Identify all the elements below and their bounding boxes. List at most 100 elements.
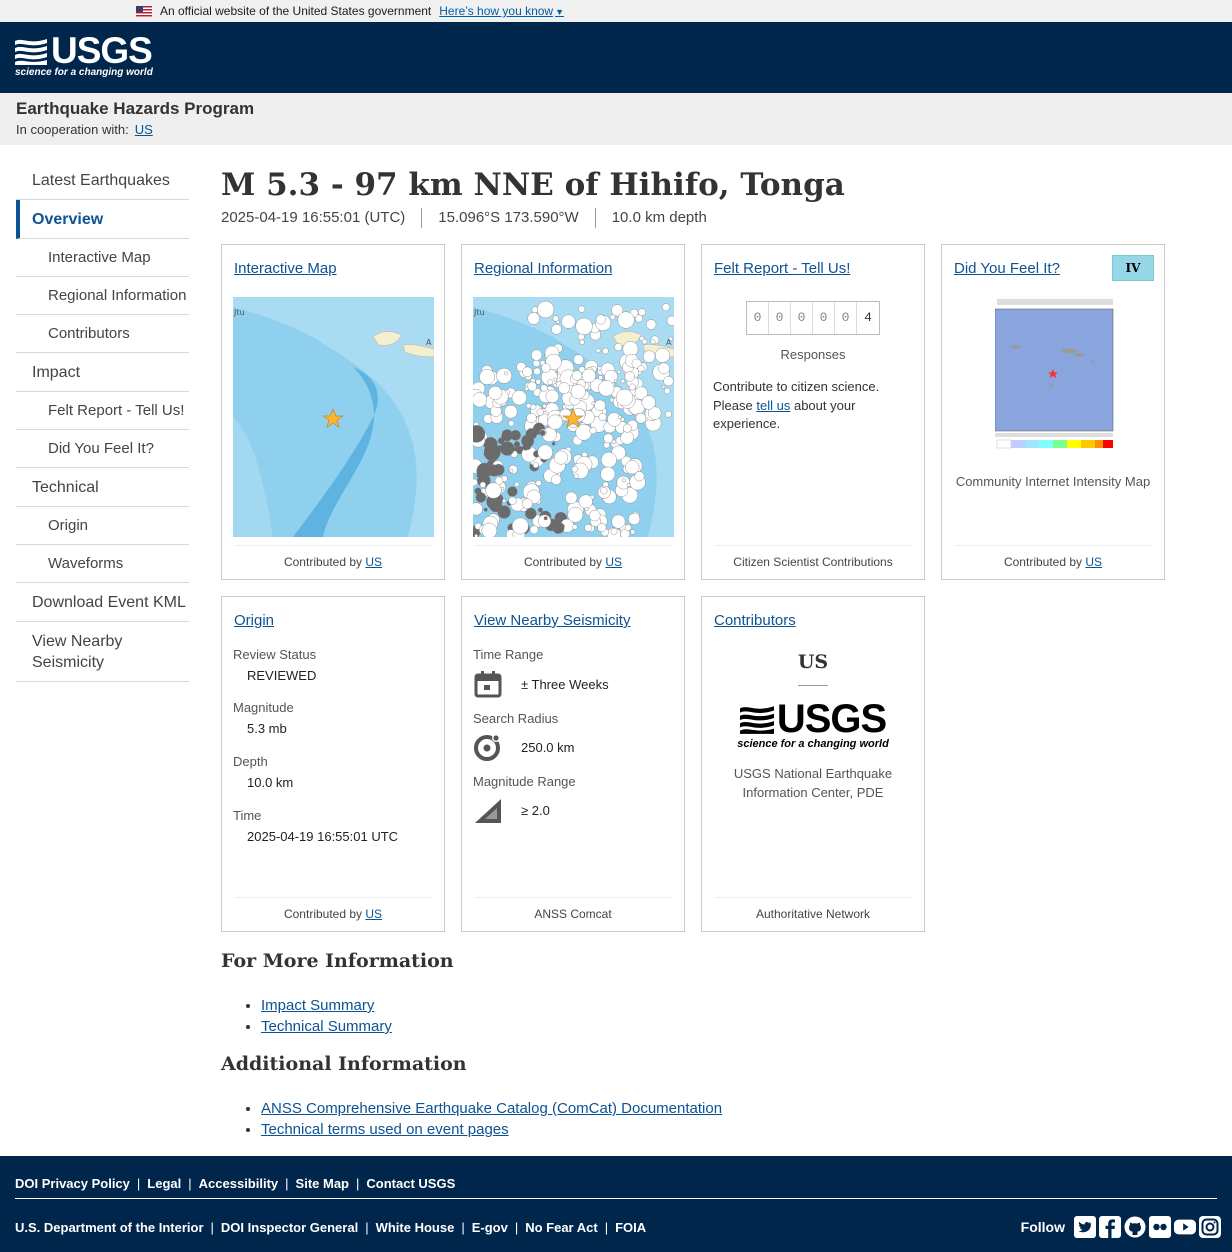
seismicity-dot: [641, 395, 656, 410]
seismicity-dot: [502, 498, 507, 503]
interactive-map-image[interactable]: Jtu A: [233, 297, 434, 537]
facebook-icon[interactable]: [1099, 1216, 1121, 1238]
usgs-logo[interactable]: USGS science for a changing world: [15, 32, 153, 79]
seismicity-dot: [551, 323, 562, 335]
view-nearby-seismicity-link[interactable]: View Nearby Seismicity: [474, 612, 630, 629]
footer-link-no-fear-act[interactable]: No Fear Act: [525, 1220, 597, 1235]
seismicity-dot: [622, 423, 632, 433]
seismicity-dot: [635, 412, 647, 424]
dyfi-contributor-link[interactable]: US: [1085, 555, 1102, 569]
sidebar-item-technical[interactable]: Technical: [16, 468, 189, 507]
seismicity-dot: [526, 412, 537, 424]
seismicity-dot: [543, 516, 548, 521]
youtube-icon[interactable]: [1174, 1216, 1196, 1238]
program-title[interactable]: Earthquake Hazards Program: [16, 99, 1216, 119]
time-range-value: ± Three Weeks: [521, 676, 609, 692]
twitter-icon[interactable]: [1074, 1216, 1096, 1238]
footer-link-foia[interactable]: FOIA: [615, 1220, 646, 1235]
seismicity-dot: [542, 403, 547, 409]
seismicity-dot: [598, 375, 604, 381]
contributor-usgs-logo: USGS science for a changing world: [702, 699, 924, 750]
footer-link-privacy[interactable]: DOI Privacy Policy: [15, 1176, 130, 1191]
sidebar-item-interactive-map[interactable]: Interactive Map: [16, 239, 189, 277]
footer-link-legal[interactable]: Legal: [147, 1176, 181, 1191]
technical-summary-link[interactable]: Technical Summary: [261, 1018, 392, 1035]
seismicity-dot: [634, 471, 645, 482]
interactive-map-link[interactable]: Interactive Map: [234, 260, 337, 277]
seismicity-dot: [551, 441, 556, 446]
github-icon[interactable]: [1124, 1216, 1146, 1238]
sidebar-item-regional-information[interactable]: Regional Information: [16, 277, 189, 315]
footer-link-site-map[interactable]: Site Map: [296, 1176, 349, 1191]
sidebar-item-felt-report[interactable]: Felt Report - Tell Us!: [16, 392, 189, 430]
magnitude-range-label: Magnitude Range: [473, 774, 576, 789]
sidebar-item-contributors[interactable]: Contributors: [16, 315, 189, 353]
felt-report-link[interactable]: Felt Report - Tell Us!: [714, 260, 850, 277]
main-content: M 5.3 - 97 km NNE of Hihifo, Tonga 2025-…: [221, 165, 1181, 932]
dyfi-footer: Contributed by US: [954, 545, 1152, 579]
origin-footer: Contributed by US: [234, 897, 432, 931]
comcat-documentation-link[interactable]: ANSS Comprehensive Earthquake Catalog (C…: [261, 1100, 722, 1117]
tell-us-link[interactable]: tell us: [756, 398, 790, 413]
footer-link-contact[interactable]: Contact USGS: [366, 1176, 455, 1191]
cooperation-us-link[interactable]: US: [135, 122, 153, 137]
sidebar-item-did-you-feel-it[interactable]: Did You Feel It?: [16, 430, 189, 468]
flickr-icon[interactable]: [1149, 1216, 1171, 1238]
sidebar-item-view-nearby-seismicity[interactable]: View Nearby Seismicity: [16, 622, 189, 682]
seismicity-dot: [620, 430, 634, 445]
search-radius-value: 250.0 km: [521, 739, 575, 755]
technical-terms-link[interactable]: Technical terms used on event pages: [261, 1121, 509, 1138]
seismicity-dot: [578, 494, 593, 509]
seismicity-dot: [514, 481, 520, 487]
sidebar-item-overview[interactable]: Overview: [16, 200, 189, 239]
heres-how-you-know-link[interactable]: Here’s how you know ▼: [439, 4, 564, 18]
seismicity-dot: [541, 363, 551, 373]
seismicity-dot: [571, 370, 583, 381]
seismicity-dot: [508, 496, 517, 505]
card-did-you-feel-it: Did You Feel It? IV Community Internet I…: [941, 244, 1165, 580]
sidebar-item-impact[interactable]: Impact: [16, 353, 189, 392]
origin-contributor-link[interactable]: US: [365, 907, 382, 921]
regional-contributor-link[interactable]: US: [605, 555, 622, 569]
seismicity-dot: [496, 367, 513, 384]
seismicity-dot: [588, 509, 601, 522]
event-time: 2025-04-19 16:55:01 (UTC): [221, 209, 406, 226]
regional-information-link[interactable]: Regional Information: [474, 260, 612, 277]
seismicity-dot: [584, 524, 592, 532]
seismicity-dot: [611, 514, 626, 529]
footer-link-white-house[interactable]: White House: [376, 1220, 455, 1235]
time-label: Time: [233, 808, 262, 823]
seismicity-dot: [483, 444, 501, 462]
sidebar-item-latest-earthquakes[interactable]: Latest Earthquakes: [16, 161, 189, 200]
sidebar-item-origin[interactable]: Origin: [16, 507, 189, 545]
magnitude-value: 5.3 mb: [247, 721, 287, 736]
footer-link-egov[interactable]: E-gov: [472, 1220, 508, 1235]
footer-link-inspector-general[interactable]: DOI Inspector General: [221, 1220, 358, 1235]
seismicity-dot: [545, 389, 560, 404]
impact-summary-link[interactable]: Impact Summary: [261, 997, 374, 1014]
regional-map-image[interactable]: Jtu A: [473, 297, 674, 537]
event-summary-line: 2025-04-19 16:55:01 (UTC) 15.096°S 173.5…: [221, 207, 1181, 229]
seismicity-dot: [621, 478, 626, 483]
event-depth: 10.0 km depth: [594, 208, 723, 228]
instagram-icon[interactable]: [1199, 1216, 1221, 1238]
interactive-map-contributor-link[interactable]: US: [365, 555, 382, 569]
dyfi-intensity-map[interactable]: [994, 297, 1115, 457]
seismicity-dot: [642, 350, 656, 363]
seismicity-dot: [600, 451, 617, 468]
origin-link[interactable]: Origin: [234, 612, 274, 629]
sidebar-item-waveforms[interactable]: Waveforms: [16, 545, 189, 583]
contributors-link[interactable]: Contributors: [714, 612, 796, 629]
seismicity-dot: [525, 507, 537, 520]
sidebar-item-download-kml[interactable]: Download Event KML: [16, 583, 189, 622]
footer-link-interior[interactable]: U.S. Department of the Interior: [15, 1220, 204, 1235]
regional-map-label-right: A: [666, 338, 672, 347]
counter-digit: 0: [813, 302, 835, 334]
seismicity-dot: [607, 412, 622, 427]
did-you-feel-it-link[interactable]: Did You Feel It?: [954, 260, 1060, 277]
seismicity-dot: [511, 390, 527, 406]
footer-link-accessibility[interactable]: Accessibility: [199, 1176, 279, 1191]
regional-map-label-left: Jtu: [473, 308, 485, 317]
seismicity-dot: [615, 388, 634, 407]
card-interactive-map: Interactive Map Jtu A Contributed by US: [221, 244, 445, 580]
